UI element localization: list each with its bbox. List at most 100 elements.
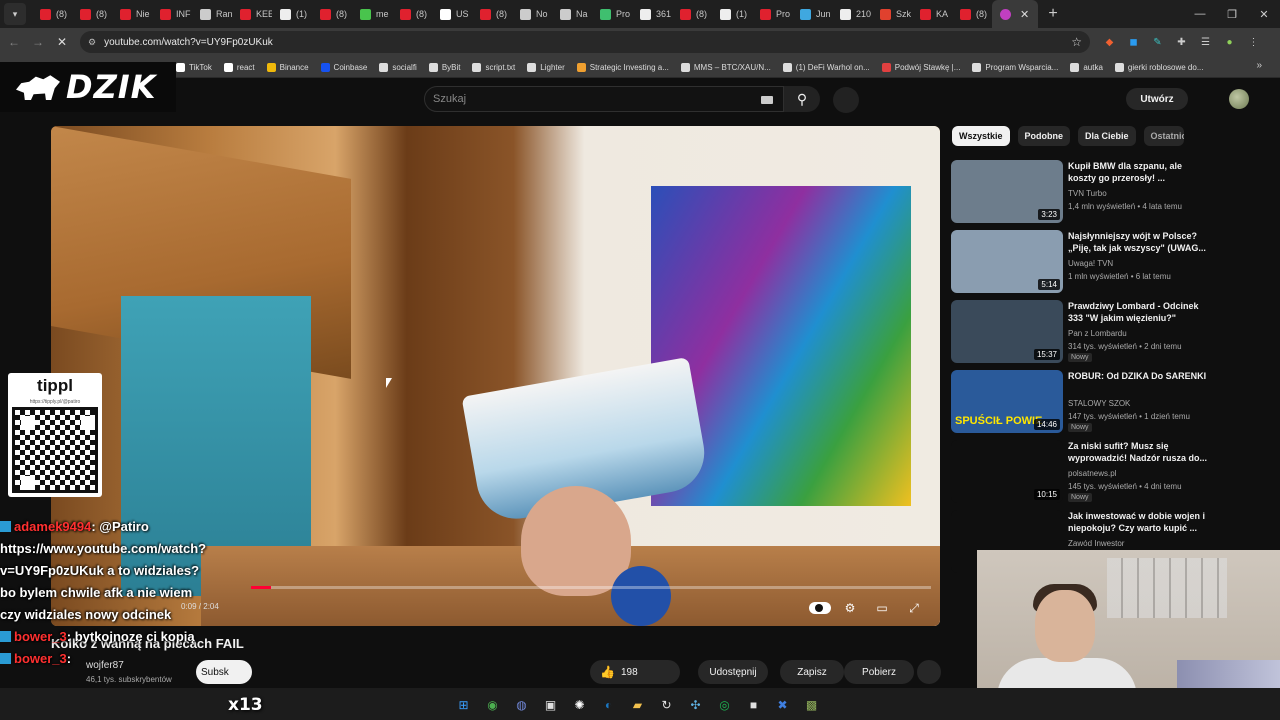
network-icon[interactable]: ✣	[684, 693, 707, 716]
url-text[interactable]: youtube.com/watch?v=UY9Fp0zUKuk	[104, 37, 273, 48]
folder-icon[interactable]: ▰	[626, 693, 649, 716]
recommendation-title[interactable]: Kupił BMW dla szpanu, ale koszty go prze…	[1068, 160, 1208, 184]
browser-tab[interactable]: No	[512, 0, 552, 28]
browser-tab[interactable]: Na	[552, 0, 592, 28]
browser-tab[interactable]: 210	[832, 0, 872, 28]
x-app-icon[interactable]: ✖	[771, 693, 794, 716]
video-thumbnail[interactable]: 15:37	[951, 300, 1063, 363]
chip-recent[interactable]: Ostatnio	[1143, 126, 1184, 146]
bookmark-item[interactable]: autka	[1070, 62, 1103, 72]
bookmark-item[interactable]: Program Wsparcia...	[972, 62, 1058, 72]
browser-tab[interactable]: Pro	[752, 0, 792, 28]
search-box[interactable]: Szukaj	[424, 86, 784, 112]
profile-icon[interactable]: ●	[1220, 33, 1239, 51]
bookmark-item[interactable]: react	[223, 62, 255, 72]
voice-search-button[interactable]	[833, 87, 859, 113]
new-tab-button[interactable]: +	[1044, 5, 1062, 23]
refresh-icon[interactable]: ↻	[655, 693, 678, 716]
browser-tab[interactable]: (8)	[312, 0, 352, 28]
browser-tab[interactable]: Ran	[192, 0, 232, 28]
back-icon[interactable]: ←	[2, 35, 26, 49]
like-button[interactable]: 👍 198	[590, 660, 680, 684]
forward-icon[interactable]: →	[26, 35, 50, 49]
bookmark-item[interactable]: socialfi	[379, 62, 417, 72]
bookmark-item[interactable]: script.txt	[472, 62, 515, 72]
browser-tab[interactable]: KA	[912, 0, 952, 28]
tab-search-icon[interactable]: ▾	[4, 3, 26, 25]
recommendation-channel[interactable]: TVN Turbo	[1068, 189, 1107, 198]
browser-tab[interactable]: (8)	[672, 0, 712, 28]
address-bar[interactable]: ⚙ youtube.com/watch?v=UY9Fp0zUKuk ☆	[80, 31, 1090, 53]
recommendation-title[interactable]: Za niski sufit? Musz się wyprowadzić! Na…	[1068, 440, 1208, 464]
more-actions-button[interactable]	[917, 660, 941, 684]
browser-tab[interactable]: KEE	[232, 0, 272, 28]
bookmark-item[interactable]: Podwój Stawkę |...	[881, 62, 960, 72]
browser-tab[interactable]: (1)	[272, 0, 312, 28]
stop-loading-icon[interactable]: ✕	[50, 35, 74, 49]
video-thumbnail[interactable]: 10:15	[951, 440, 1063, 503]
video-thumbnail[interactable]: SPUŚCIŁ POWIE 14:46	[951, 370, 1063, 433]
bookmark-item[interactable]: Binance	[266, 62, 309, 72]
windows-start-icon[interactable]: ⊞	[452, 693, 475, 716]
browser-tab[interactable]: 361	[632, 0, 672, 28]
browser-tab[interactable]: me	[352, 0, 392, 28]
browser-tab[interactable]: (8)	[72, 0, 112, 28]
video-thumbnail[interactable]: 5:14	[951, 230, 1063, 293]
chrome-icon[interactable]: ◉	[481, 693, 504, 716]
bookmark-item[interactable]: Strategic Investing a...	[576, 62, 669, 72]
recommendation-channel[interactable]: Pan z Lombardu	[1068, 329, 1127, 338]
recommendation-title[interactable]: Najsłynniejszy wójt w Polsce? „Piję, tak…	[1068, 230, 1208, 254]
bookmark-item[interactable]: ByBit	[428, 62, 460, 72]
avatar[interactable]	[1229, 89, 1249, 109]
browser-tab[interactable]: (8)	[392, 0, 432, 28]
recommendation-title[interactable]: ROBUR: Od DZIKA Do SARENKI	[1068, 370, 1208, 382]
recommendation-channel[interactable]: Uwaga! TVN	[1068, 259, 1113, 268]
save-button[interactable]: Zapisz	[780, 660, 844, 684]
download-button[interactable]: Pobierz	[844, 660, 914, 684]
minimize-icon[interactable]: —	[1184, 0, 1216, 28]
recommendation-channel[interactable]: STALOWY SZOK	[1068, 399, 1130, 408]
share-button[interactable]: Udostępnij	[698, 660, 768, 684]
browser-tab[interactable]: (8)	[32, 0, 72, 28]
puzzle-icon[interactable]: ✚	[1172, 33, 1191, 51]
browser-tab[interactable]: (1)	[712, 0, 752, 28]
recommendation-channel[interactable]: polsatnews.pl	[1068, 469, 1116, 478]
bookmark-item[interactable]: Lighter	[527, 62, 565, 72]
video-progress-bar[interactable]	[251, 586, 931, 589]
kebab-menu-icon[interactable]: ⋮	[1244, 33, 1263, 51]
browser-tab[interactable]: Nie	[112, 0, 152, 28]
bookmark-item[interactable]: (1) DeFi Warhol on...	[782, 62, 870, 72]
recommendation-item[interactable]: 10:15 Za niski sufit? Musz się wyprowadzi…	[951, 440, 1211, 510]
bookmark-item[interactable]: gierki roblosowe do...	[1114, 62, 1204, 72]
spotify-icon[interactable]: ◎	[713, 693, 736, 716]
settings-icon[interactable]: ⚙	[839, 599, 861, 617]
recommendation-item[interactable]: 15:37 Prawdziwy Lombard - Odcinek 333 "W …	[951, 300, 1211, 370]
site-info-icon[interactable]: ⚙	[88, 37, 96, 48]
steam-icon[interactable]: ◐	[597, 693, 620, 716]
close-tab-icon[interactable]: ✕	[1020, 8, 1029, 21]
browser-tab[interactable]: (8)	[952, 0, 992, 28]
openai-icon[interactable]: ✺	[568, 693, 591, 716]
discord-icon[interactable]: ◍	[510, 693, 533, 716]
browser-tab[interactable]: Jun	[792, 0, 832, 28]
recommendation-item[interactable]: 5:14 Najsłynniejszy wójt w Polsce? „Piję,…	[951, 230, 1211, 300]
bookmark-item[interactable]: Coinbase	[320, 62, 367, 72]
menu-icon[interactable]: ☰	[1196, 33, 1215, 51]
fullscreen-icon[interactable]: ⤢	[903, 599, 925, 617]
close-window-icon[interactable]: ✕	[1248, 0, 1280, 28]
browser-tab[interactable]: Szk	[872, 0, 912, 28]
create-button[interactable]: Utwórz	[1126, 88, 1188, 110]
extension-icon[interactable]: ◼	[1124, 33, 1143, 51]
chip-for-you[interactable]: Dla Ciebie	[1078, 126, 1136, 146]
minecraft-icon[interactable]: ▩	[800, 693, 823, 716]
active-browser-tab[interactable]: ✕	[992, 0, 1038, 28]
box-icon[interactable]: ■	[742, 693, 765, 716]
miniplayer-icon[interactable]: ▭	[871, 599, 893, 617]
recommendation-item[interactable]: 3:23 Kupił BMW dla szpanu, ale koszty go …	[951, 160, 1211, 230]
bookmark-star-icon[interactable]: ☆	[1071, 35, 1082, 49]
search-input[interactable]: Szukaj	[433, 93, 466, 105]
app-icon[interactable]: ▣	[539, 693, 562, 716]
maximize-icon[interactable]: ❐	[1216, 0, 1248, 28]
extension-icon[interactable]: ✎	[1148, 33, 1167, 51]
recommendation-item[interactable]: SPUŚCIŁ POWIE 14:46 ROBUR: Od DZIKA Do SAR…	[951, 370, 1211, 440]
